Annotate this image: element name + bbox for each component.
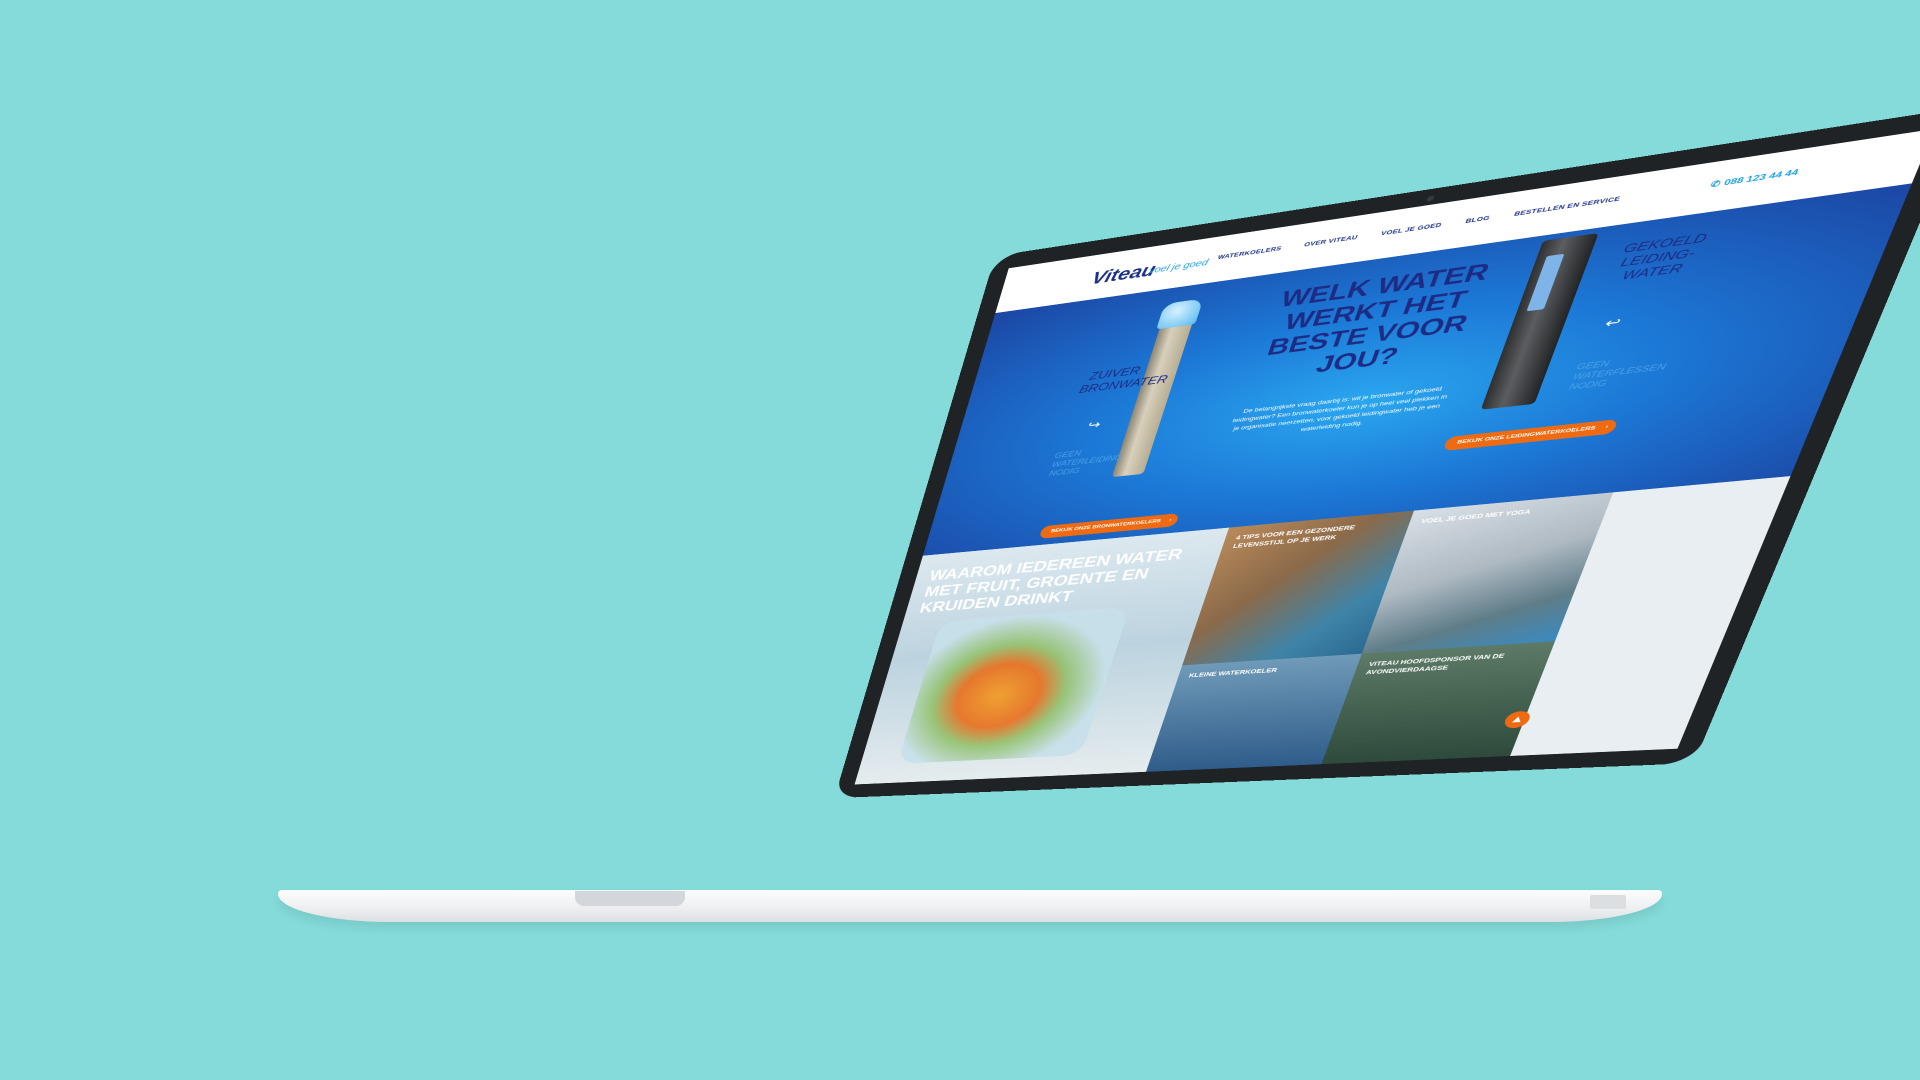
- laptop-foot: [1590, 895, 1626, 909]
- cooler-display-panel: [1526, 253, 1565, 312]
- nav-item-over-viteau[interactable]: OVER VITEAU: [1303, 234, 1359, 248]
- blog-tile-title: 4 TIPS VOOR EEN GEZONDERE LEVENSSTIJL OP…: [1232, 524, 1356, 550]
- blog-tile-title: VITEAU HOOFDSPONSOR VAN DE AVONDVIERDAAG…: [1364, 653, 1506, 677]
- curved-arrow-icon: ↩: [1602, 314, 1624, 332]
- left-product-label: ZUIVER BRONWATER: [1077, 363, 1170, 396]
- bronwaterkoelers-button-label: BEKIJK ONZE BRONWATERKOELERS: [1050, 518, 1162, 534]
- chevron-right-icon: ›: [1168, 517, 1173, 523]
- bottled-water-cooler-image: [1111, 298, 1204, 478]
- right-product-note: GEEN WATERFLESSEN NODIG: [1567, 358, 1668, 392]
- nav-item-blog[interactable]: BLOG: [1464, 215, 1490, 225]
- laptop-base: [278, 890, 1662, 922]
- nav-item-voel-je-goed[interactable]: VOEL JE GOED: [1380, 222, 1443, 237]
- hero-body-text: De belangrijkste vraag daarbij is: wil j…: [1231, 385, 1449, 433]
- laptop-screen: Viteau voel je goed WATERKOELERS OVER VI…: [854, 128, 1920, 785]
- nav-item-bestellen-en-service[interactable]: BESTELLEN EN SERVICE: [1513, 196, 1621, 218]
- laptop-opening-notch: [575, 891, 685, 906]
- blog-tile-title: WAAROM IEDEREEN WATER MET FRUIT, GROENTE…: [917, 545, 1185, 616]
- phone-number: 088 123 44 44: [1722, 166, 1801, 188]
- camera-icon: [1425, 195, 1435, 202]
- phone-link[interactable]: ✆088 123 44 44: [1709, 166, 1801, 191]
- fruit-water-jar-image: [897, 606, 1131, 764]
- blog-tile-title: KLEINE WATERKOELER: [1187, 667, 1278, 679]
- right-product-label: GEKOELD LEIDING-WATER: [1618, 230, 1710, 283]
- phone-icon: ✆: [1709, 178, 1723, 190]
- leidingwaterkoelers-button-label: BEKIJK ONZE LEIDINGWATERKOELERS: [1456, 425, 1597, 446]
- left-product-note: GEEN WATERLEIDING NODIG: [1048, 448, 1124, 478]
- chevron-right-icon: ›: [1604, 424, 1609, 431]
- laptop-lid: Viteau voel je goed WATERKOELERS OVER VI…: [834, 106, 1920, 799]
- hero-title: WELK WATER WERKT HET BESTE VOOR JOU?: [1264, 257, 1494, 378]
- curved-arrow-icon: ↪: [1085, 418, 1103, 433]
- leidingwaterkoelers-button[interactable]: BEKIJK ONZE LEIDINGWATERKOELERS ›: [1442, 419, 1619, 452]
- water-bottle-image: [1156, 298, 1204, 330]
- nav-item-waterkoelers[interactable]: WATERKOELERS: [1217, 246, 1283, 261]
